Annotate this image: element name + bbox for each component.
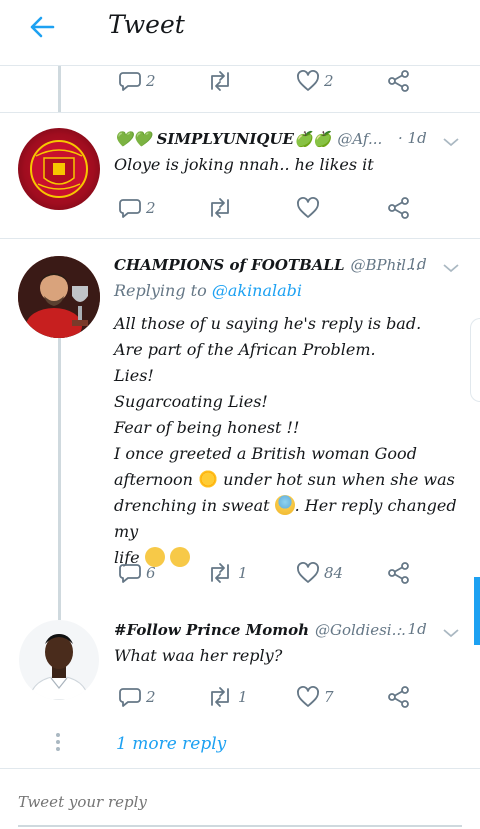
timestamp: · 1d — [398, 255, 427, 273]
more-replies-link[interactable]: 1 more reply — [116, 734, 226, 754]
retweet-icon — [211, 563, 229, 583]
display-name[interactable]: #Follow Prince Momoh — [114, 621, 309, 639]
reply-icon — [119, 199, 141, 218]
back-button[interactable] — [26, 11, 58, 43]
heart-icon — [297, 70, 319, 91]
text-line: Are part of the African Problem. — [114, 340, 376, 359]
retweet-count: 1 — [238, 688, 248, 706]
text-line: Fear of being honest !! — [114, 418, 300, 437]
retweet-count: 1 — [238, 564, 248, 582]
display-name[interactable]: 💚💚 SIMPLYUNIQUE🍏🍏 — [114, 130, 331, 148]
tweet-actions: 2 — [118, 194, 418, 222]
tweet-actions: 6 1 84 — [118, 559, 418, 587]
scrollbar-thumb[interactable] — [474, 577, 480, 645]
share-button[interactable] — [386, 67, 412, 95]
text-line: Lies! — [114, 366, 154, 385]
share-button[interactable] — [386, 559, 412, 587]
thread-dots — [56, 733, 62, 754]
share-icon — [388, 70, 409, 92]
tweet-text: What waa her reply? — [114, 646, 283, 665]
avatar[interactable] — [19, 620, 99, 700]
reply-tweet[interactable]: #Follow Prince Momoh @Goldiesi... · 1d W… — [0, 608, 480, 728]
reply-icon — [119, 688, 141, 707]
retweet-button[interactable]: 1 — [206, 559, 248, 587]
retweet-icon — [211, 71, 229, 91]
avatar[interactable] — [18, 128, 100, 210]
display-name[interactable]: CHAMPIONS of FOOTBALL — [114, 256, 345, 274]
like-button[interactable]: 7 — [296, 683, 334, 711]
heart-icon — [297, 562, 319, 583]
reply-icon — [119, 72, 141, 91]
thread-line — [58, 66, 61, 112]
avatar[interactable] — [18, 256, 100, 338]
username[interactable]: @Goldiesi... — [315, 621, 406, 639]
person-with-trophy-icon — [18, 256, 100, 338]
like-button[interactable] — [296, 194, 324, 222]
tweet-actions: 2 1 7 — [118, 683, 418, 711]
like-button[interactable]: 2 — [296, 67, 334, 95]
username[interactable]: @Af... — [337, 130, 382, 148]
text-fragment: afternoon — [114, 470, 193, 489]
retweet-button[interactable]: 1 — [206, 683, 248, 711]
share-icon — [388, 197, 409, 219]
reply-button[interactable]: 2 — [118, 67, 156, 95]
like-count: 2 — [324, 72, 334, 90]
replying-to-link[interactable]: @akinalabi — [212, 281, 302, 300]
reply-button[interactable]: 2 — [118, 194, 156, 222]
retweet-icon — [211, 687, 229, 707]
like-count: 84 — [324, 564, 344, 582]
reply-button[interactable]: 2 — [118, 683, 156, 711]
back-arrow-icon — [30, 16, 55, 38]
page-title: Tweet — [108, 10, 185, 39]
parent-tweet-actions: 2 2 — [118, 67, 418, 95]
heart-icon — [297, 197, 319, 218]
reply-count: 2 — [146, 688, 156, 706]
person-portrait-icon — [19, 620, 99, 700]
text-line: afternoon under hot sun when she was — [114, 467, 464, 493]
chevron-down-icon[interactable] — [441, 623, 461, 643]
reply-tweet[interactable]: CHAMPIONS of FOOTBALL @BPhil... · 1d Rep… — [0, 238, 480, 608]
text-fragment: under hot sun when she was — [223, 470, 455, 489]
retweet-button[interactable] — [206, 194, 238, 222]
sun-emoji-icon — [197, 469, 218, 489]
chevron-down-icon[interactable] — [441, 258, 461, 278]
heart-icon — [297, 686, 319, 707]
reply-count: 6 — [146, 564, 156, 582]
text-line: I once greeted a British woman Good — [114, 444, 417, 463]
reply-count: 2 — [146, 72, 156, 90]
share-icon — [388, 686, 409, 708]
share-icon — [388, 562, 409, 584]
reply-count: 2 — [146, 199, 156, 217]
sweat-face-emoji-icon — [274, 495, 295, 515]
like-count: 7 — [324, 688, 334, 706]
manchester-united-logo-icon — [30, 140, 88, 198]
top-bar: Tweet — [0, 0, 480, 66]
text-fragment: drenching in sweat — [114, 496, 270, 515]
timestamp: · 1d — [398, 620, 427, 638]
like-button[interactable]: 84 — [296, 559, 343, 587]
replying-to: Replying to @akinalabi — [114, 281, 302, 300]
reply-input[interactable] — [18, 793, 462, 827]
text-line: Sugarcoating Lies! — [114, 392, 268, 411]
tweet-text: Oloye is joking nnah.. he likes it — [114, 155, 374, 174]
share-button[interactable] — [386, 683, 412, 711]
text-line: drenching in sweat . Her reply changed m… — [114, 493, 464, 545]
reply-button[interactable]: 6 — [118, 559, 156, 587]
share-button[interactable] — [386, 194, 412, 222]
reply-composer — [0, 768, 480, 829]
replying-to-label: Replying to — [114, 281, 207, 300]
text-line: All those of u saying he's reply is bad. — [114, 314, 422, 333]
retweet-icon — [211, 198, 229, 218]
retweet-button[interactable] — [206, 67, 238, 95]
chevron-down-icon[interactable] — [441, 132, 461, 152]
tweet-text: All those of u saying he's reply is bad.… — [114, 311, 464, 571]
reply-tweet[interactable]: 💚💚 SIMPLYUNIQUE🍏🍏 @Af... · 1d Oloye is j… — [0, 112, 480, 238]
side-panel-handle[interactable] — [470, 318, 480, 402]
timestamp: · 1d — [398, 129, 427, 147]
reply-icon — [119, 564, 141, 583]
